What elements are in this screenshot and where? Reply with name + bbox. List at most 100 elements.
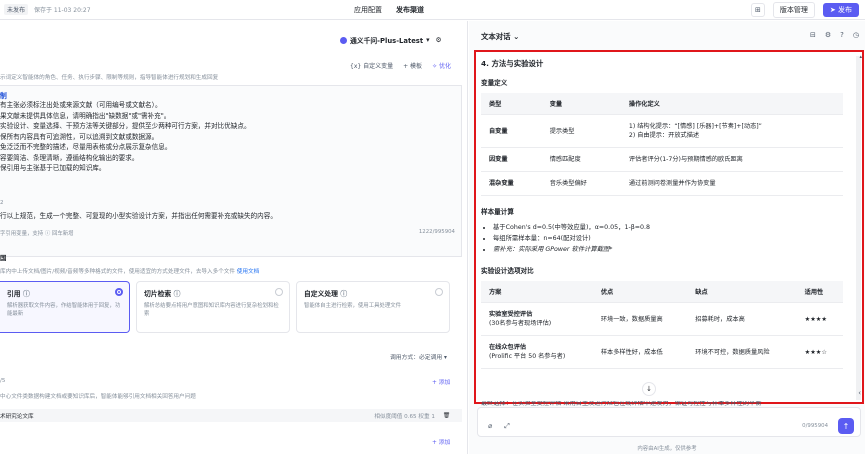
docs-link[interactable]: 使用文档 — [237, 269, 259, 275]
kb-list-item[interactable]: 术研究论文库 相似度阈值 0.65 权重 1 🗑 — [0, 409, 462, 422]
prompt-line: 保引用与主张基于已加载的知识库。 — [0, 164, 106, 172]
attach-icon[interactable]: ⌀ — [488, 422, 492, 431]
prompt-line: 有主张必须标注出处或来源文献（可用编号或文献名）。 — [0, 101, 162, 109]
scroll-up-icon[interactable]: ▴ — [859, 54, 862, 60]
column-header: 适用性 — [796, 281, 843, 303]
card-desc: 智能体自主进行检索，使用工具处理文件 — [304, 303, 402, 309]
prompt-line: 保所有内容具有可追溯性，可以追溯到文献或数据源。 — [0, 132, 159, 141]
design-table: 方案 优点 缺点 适用性 实验室受控评估 (30名参与者现场评估) 环境一致，数据… — [481, 281, 843, 369]
subheading-design: 实验设计选项对比 — [481, 267, 534, 275]
info-icon: ⓘ — [340, 290, 348, 298]
mode-card-custom[interactable]: 自定义处理 ⓘ 智能体自主进行检索，使用工具处理文件 — [296, 281, 450, 333]
send-button[interactable]: ↑ — [838, 418, 854, 434]
card-desc: 解析器获取文件内容，作结智能体用于回复，功能最新 — [7, 303, 121, 317]
prompt-line: 实验设计、变量选择、干预方法等关键部分，提供至少两种可行方案，并对比优缺点。 — [0, 122, 251, 130]
publish-button[interactable]: ➤ 发布 — [822, 3, 859, 17]
scroll-left-icon[interactable]: ‹ — [858, 389, 861, 397]
mode-card-citation[interactable]: 引用 ⓘ 解析器获取文件内容，作结智能体用于回复，功能最新 — [0, 281, 130, 333]
card-title: 自定义处理 ⓘ — [304, 290, 348, 298]
table-row: 因变量 情感匹配度 评估者评分(1-7分)与预期情感的欧氏距离 — [481, 147, 843, 172]
input-char-count: 0/995904 — [802, 423, 828, 429]
scrollbar[interactable] — [856, 56, 861, 400]
chat-mode-select[interactable]: 文本对话 ⌄ — [481, 31, 519, 42]
kb-hint: 中心文件类数据构建文档或要知识库后，智能体能够引用文档相关回答用户问题 — [0, 394, 196, 400]
mode-radio[interactable] — [275, 288, 283, 296]
kb-count: /5 — [0, 378, 6, 384]
table-header-row: 类型 变量 操作化定义 — [481, 93, 843, 115]
table-row: 实验室受控评估 (30名参与者现场评估) 环境一致，数据质量高 招募耗时，成本高 … — [481, 302, 843, 336]
prompt-step-number: 2 — [0, 200, 4, 206]
prompt-heading: 制 — [0, 92, 7, 100]
table-cell: 因变量 — [481, 147, 542, 172]
history-icon[interactable]: ◷ — [853, 31, 859, 39]
add-item-button[interactable]: + 添加 — [432, 437, 450, 446]
custom-var-button[interactable]: {x} 自定义变量 — [350, 61, 393, 70]
prompt-editor[interactable]: 制 有主张必须标注出处或来源文献（可用编号或文献名）。 果文献未提供具体信息，请… — [0, 85, 462, 257]
config-panel: 通义千问-Plus-Latest ▾ ⚙ {x} 自定义变量 + 模板 ✧ 优化… — [0, 21, 468, 454]
prompt-line: 免泛泛而不完整的描述，尽量用表格或分点展示复杂信息。 — [0, 143, 172, 151]
share-icon[interactable]: ⊞ — [750, 3, 765, 17]
table-cell: 混杂变量 — [481, 171, 542, 196]
variable-table: 类型 变量 操作化定义 自变量 提示类型 1) 结构化提示：“[情感] [乐器]… — [481, 93, 843, 196]
prompt-hint: 示词定义智能体的角色、任务、执行步骤、限制等规则，指导智能体进行规划和生成回复 — [0, 75, 219, 81]
kb-meta: 相似度阈值 0.65 权重 1 — [374, 413, 435, 420]
add-knowledge-button[interactable]: + 添加 — [432, 377, 450, 386]
mode-radio-selected[interactable] — [115, 288, 123, 296]
model-selector[interactable]: 通义千问-Plus-Latest ▾ ⚙ — [340, 35, 442, 45]
prompt-char-count: 1222/995904 — [418, 229, 455, 235]
table-cell: 音乐类型偏好 — [541, 171, 621, 196]
scroll-down-button[interactable]: ↓ — [642, 382, 656, 396]
version-button[interactable]: 版本管理 — [772, 2, 815, 18]
response-panel: 4. 方法与实验设计 变量定义 类型 变量 操作化定义 自变量 提示类型 1) … — [474, 50, 864, 404]
column-header: 操作化定义 — [620, 93, 843, 115]
settings-icon[interactable]: ⚙ — [436, 36, 442, 44]
top-actions: ⊞ 版本管理 ➤ 发布 — [750, 2, 859, 18]
help-icon[interactable]: ? — [840, 31, 844, 39]
table-cell: 通过前测问卷测量并作为协变量 — [620, 171, 843, 196]
table-cell: 自变量 — [481, 114, 542, 148]
info-icon: ⓘ — [173, 290, 181, 298]
input-tools: ⌀ ⤢ — [488, 422, 510, 431]
table-cell: 在线众包评估 (Prolific 平台 50 名参与者) — [481, 335, 593, 369]
prompt-line: 容要简洁、条理清晰，遵循结构化输出的要求。 — [0, 153, 139, 162]
sample-list: 基于Cohen's d=0.5(中等效应量)，α=0.05，1-β=0.8 每组… — [493, 222, 843, 255]
chevron-down-icon: ▾ — [426, 36, 430, 44]
retrieval-mode-cards: 引用 ⓘ 解析器获取文件内容，作结智能体用于回复，功能最新 切片检索 ⓘ 解析总… — [0, 281, 450, 333]
table-header-row: 方案 优点 缺点 适用性 — [481, 281, 843, 303]
status-badge: 未发布 — [4, 4, 29, 15]
section-heading: 4. 方法与实验设计 — [481, 59, 544, 68]
template-button[interactable]: + 模板 — [403, 61, 422, 70]
response-content: 4. 方法与实验设计 变量定义 类型 变量 操作化定义 自变量 提示类型 1) … — [481, 58, 843, 369]
prompt-line: 果文献未提供具体信息，请明确指出"缺数据"或"需补充"。 — [0, 111, 171, 120]
expand-icon[interactable]: ⤢ — [504, 422, 510, 431]
tab-app-config[interactable]: 应用配置 — [352, 4, 384, 16]
mode-card-chunk-retrieval[interactable]: 切片检索 ⓘ 解析总结要点将用户意图和知识库内容进行复杂检划和检索 — [136, 281, 290, 333]
subheading-variables: 变量定义 — [481, 79, 508, 87]
call-mode-select[interactable]: 调用方式：必定调用 ▾ — [390, 352, 447, 361]
table-cell: 评估者评分(1-7分)与预期情感的欧氏距离 — [620, 147, 843, 172]
top-tabs: 应用配置 发布渠道 — [352, 4, 426, 16]
top-bar: 未发布 保存于 11-03 20:27 应用配置 发布渠道 ⊞ 版本管理 ➤ 发… — [0, 0, 865, 20]
send-icon: ➤ — [829, 6, 838, 14]
model-logo-icon — [340, 36, 347, 44]
settings-icon[interactable]: ⚙ — [825, 31, 831, 39]
tab-publish-channel[interactable]: 发布渠道 — [394, 4, 426, 16]
mode-radio[interactable] — [435, 288, 443, 296]
optimize-button[interactable]: ✧ 优化 — [432, 61, 451, 70]
prompt-lines: 有主张必须标注出处或来源文献（可用编号或文献名）。 果文献未提供具体信息，请明确… — [0, 100, 251, 174]
prompt-toolbar: {x} 自定义变量 + 模板 ✧ 优化 — [350, 61, 451, 70]
clear-icon[interactable]: ⊟ — [810, 31, 816, 39]
model-select[interactable]: 通义千问-Plus-Latest ▾ — [340, 35, 430, 45]
chat-input[interactable]: ⌀ ⤢ 0/995904 ↑ — [477, 407, 861, 437]
info-icon: ⓘ — [22, 290, 30, 298]
column-header: 缺点 — [687, 281, 797, 303]
table-cell: 样本多样性好，成本低 — [592, 335, 688, 369]
column-header: 方案 — [481, 281, 593, 303]
table-row: 在线众包评估 (Prolific 平台 50 名参与者) 样本多样性好，成本低 环… — [481, 335, 843, 369]
app-status: 未发布 保存于 11-03 20:27 — [4, 4, 91, 15]
column-header: 变量 — [541, 93, 621, 115]
trash-icon[interactable]: 🗑 — [443, 413, 450, 419]
rating-cell: ★★★☆ — [796, 335, 843, 369]
list-item: 需补充：实际采用 GPower 软件计算截图* — [493, 244, 843, 255]
column-header: 类型 — [481, 93, 542, 115]
